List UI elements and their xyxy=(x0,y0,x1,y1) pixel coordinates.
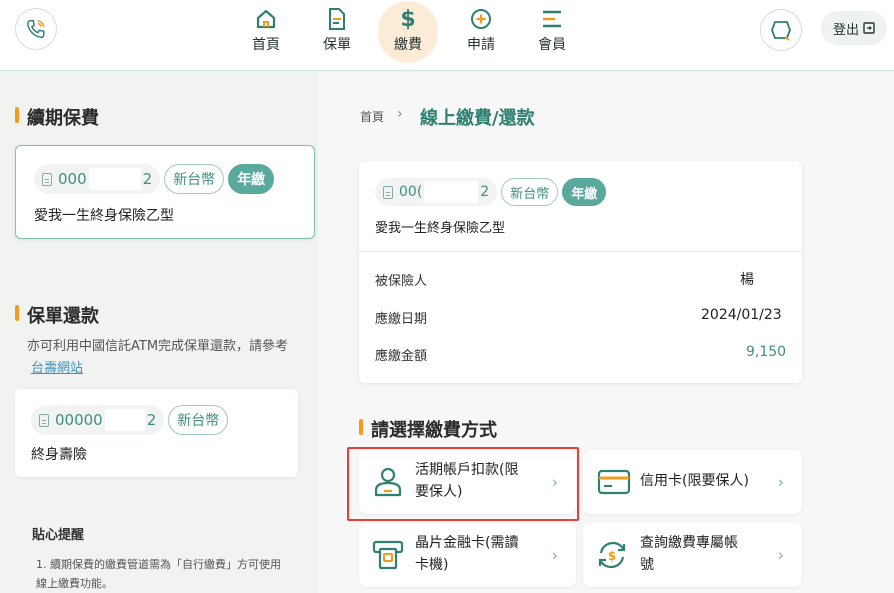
method-query-label-line2: 號 xyxy=(640,557,654,573)
insured-label: 被保險人 xyxy=(375,274,428,289)
document-icon xyxy=(327,6,347,32)
loan-policy-chips: 00000 2 新台幣 xyxy=(31,405,229,435)
logout-label: 登出 xyxy=(832,22,859,38)
renewal-policy-card[interactable]: 000 2 新台幣 年繳 愛我一生終身保險乙型 xyxy=(15,145,315,239)
detail-policy-chips: 00( 2 新台幣 年繳 xyxy=(375,178,607,206)
nav-policy[interactable]: 保單 xyxy=(307,6,367,60)
amount-label: 應繳金額 xyxy=(375,349,428,364)
amount-value: 9,150 xyxy=(746,344,787,360)
nav-home[interactable]: 首頁 xyxy=(236,6,296,60)
detail-policy-mask xyxy=(424,181,479,203)
detail-policy-number-chip: 00( 2 xyxy=(375,178,498,206)
detail-divider xyxy=(359,251,802,252)
loan-product-name: 終身壽險 xyxy=(31,447,87,463)
loan-policy-number-chip: 00000 2 xyxy=(31,405,165,435)
top-header: 首頁 保單 $ 繳費 申請 會員 登出 xyxy=(0,0,894,71)
policy-suffix: 2 xyxy=(142,170,153,188)
payment-method-title: 請選擇繳費方式 xyxy=(359,416,497,442)
dollar-icon: $ xyxy=(400,6,416,32)
credit-card-icon xyxy=(597,469,631,499)
policy-mask xyxy=(88,168,141,190)
nav-member[interactable]: 會員 xyxy=(522,6,582,60)
renewal-section-title: 續期保費 xyxy=(15,104,99,130)
due-date-value: 2024/01/23 xyxy=(701,307,782,323)
due-date-label: 應繳日期 xyxy=(375,312,428,327)
method-chip-card[interactable]: 晶片金融卡(需讀 卡機) › xyxy=(359,523,576,587)
detail-frequency-pill: 年繳 xyxy=(562,178,607,206)
detail-policy-suffix: 2 xyxy=(480,184,490,200)
breadcrumb-separator: › xyxy=(397,106,403,122)
chat-bubble-icon xyxy=(771,21,791,41)
taishou-website-link[interactable]: 台壽網站 xyxy=(31,361,83,376)
method-savings-label: 活期帳戶扣款(限 要保人) xyxy=(415,459,518,503)
breadcrumb-home[interactable]: 首頁 xyxy=(360,108,384,125)
chevron-right-icon: › xyxy=(551,472,558,492)
loan-section-title: 保單還款 xyxy=(15,302,99,328)
refresh-dollar-icon: $ xyxy=(595,539,629,575)
method-credit-card[interactable]: 信用卡(限要保人) › xyxy=(583,450,802,514)
method-credit-label: 信用卡(限要保人) xyxy=(640,473,749,489)
nav-apply[interactable]: 申請 xyxy=(451,6,511,60)
loan-policy-mask xyxy=(104,409,145,431)
method-query-account[interactable]: $ 查詢繳費專屬帳 號 › xyxy=(583,523,802,587)
detail-currency-pill: 新台幣 xyxy=(501,178,559,206)
frequency-pill: 年繳 xyxy=(228,164,275,194)
policy-prefix: 000 xyxy=(58,170,87,188)
method-savings-label-line1: 活期帳戶扣款(限 xyxy=(415,462,519,478)
phone-icon xyxy=(27,20,45,38)
chevron-right-icon: › xyxy=(777,545,784,565)
method-chip-label: 晶片金融卡(需讀 卡機) xyxy=(415,532,518,576)
nav-apply-label: 申請 xyxy=(467,37,495,53)
currency-pill: 新台幣 xyxy=(164,164,225,194)
insured-value: 楊 xyxy=(740,272,754,288)
method-chip-label-line1: 晶片金融卡(需讀 xyxy=(415,535,519,551)
nav-member-label: 會員 xyxy=(538,37,566,53)
loan-policy-suffix: 2 xyxy=(146,411,157,429)
logout-icon xyxy=(863,22,875,34)
chip-card-reader-icon xyxy=(372,539,404,575)
phone-button[interactable] xyxy=(15,8,57,50)
loan-currency-pill: 新台幣 xyxy=(168,405,229,435)
renewal-policy-chips: 000 2 新台幣 年繳 xyxy=(34,164,275,194)
home-icon xyxy=(254,6,278,32)
method-chip-label-line2: 卡機) xyxy=(415,557,449,573)
tips-title: 貼心提醒 xyxy=(32,528,85,543)
chat-button[interactable] xyxy=(760,9,802,51)
tips-item-1: 1. 續期保費的繳費管道需為「自行繳費」方可使用線上繳費功能。 xyxy=(36,558,281,590)
renewal-product-name: 愛我一生終身保險乙型 xyxy=(34,208,174,224)
method-savings-account[interactable]: 活期帳戶扣款(限 要保人) › xyxy=(359,450,576,514)
method-query-label: 查詢繳費專屬帳 號 xyxy=(640,532,738,576)
detail-policy-prefix: 00( xyxy=(399,184,423,200)
chevron-right-icon: › xyxy=(777,472,784,492)
nav-payment-label: 繳費 xyxy=(394,37,422,53)
method-savings-label-line2: 要保人) xyxy=(415,484,463,500)
loan-desc-text: 亦可利用中國信託ATM完成保單還款，請參考 xyxy=(27,339,289,354)
nav-policy-label: 保單 xyxy=(323,37,351,53)
loan-policy-card[interactable]: 00000 2 新台幣 終身壽險 xyxy=(15,389,298,477)
nav-payment[interactable]: $ 繳費 xyxy=(378,1,438,63)
policy-number-chip: 000 2 xyxy=(34,164,161,194)
method-query-label-line1: 查詢繳費專屬帳 xyxy=(640,535,738,551)
detail-product-name: 愛我一生終身保險乙型 xyxy=(375,221,506,236)
logout-button[interactable]: 登出 xyxy=(821,11,887,45)
page-title: 線上繳費/還款 xyxy=(420,108,535,129)
svg-text:$: $ xyxy=(608,549,616,563)
policy-doc-icon xyxy=(42,172,52,186)
account-user-icon xyxy=(373,466,403,502)
detail-policy-doc-icon xyxy=(383,185,393,199)
loan-policy-prefix: 00000 xyxy=(55,411,103,429)
chevron-right-icon: › xyxy=(551,545,558,565)
nav-home-label: 首頁 xyxy=(252,37,280,53)
menu-icon xyxy=(540,6,564,32)
loan-description: 亦可利用中國信託ATM完成保單還款，請參考 台壽網站 xyxy=(27,336,305,380)
plus-circle-icon xyxy=(469,6,493,32)
loan-policy-doc-icon xyxy=(39,413,49,427)
